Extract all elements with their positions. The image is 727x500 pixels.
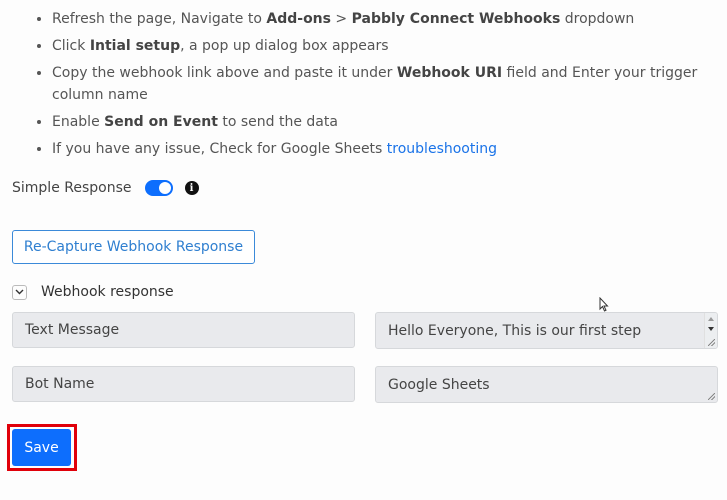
response-key-text: Bot Name	[25, 376, 95, 392]
response-value-text: Hello Everyone, This is our first step	[388, 322, 642, 339]
resize-grip-icon[interactable]	[708, 393, 715, 400]
scroll-down-icon[interactable]	[708, 327, 714, 331]
bold-term: Add-ons	[266, 11, 331, 27]
instruction-text: >	[330, 11, 352, 27]
response-key-field[interactable]: Text Message	[12, 312, 355, 348]
instruction-text: to send the data	[217, 114, 338, 130]
instruction-text: Enable	[52, 114, 105, 130]
instruction-item: Refresh the page, Navigate to Add-ons > …	[52, 8, 702, 30]
webhook-response-label: Webhook response	[41, 284, 174, 300]
bold-term: Intial setup	[89, 38, 181, 54]
chevron-down-icon[interactable]	[12, 284, 27, 300]
page: Refresh the page, Navigate to Add-ons > …	[0, 0, 727, 500]
mouse-cursor-icon	[599, 297, 609, 312]
simple-response-row: Simple Response i	[12, 180, 199, 196]
response-key-text: Text Message	[25, 322, 120, 338]
instruction-item: Click Intial setup, a pop up dialog box …	[52, 35, 702, 57]
instruction-item: Enable Send on Event to send the data	[52, 111, 702, 133]
instruction-text: Copy the webhook link above and paste it…	[52, 65, 397, 81]
instruction-text: , a pop up dialog box appears	[180, 38, 389, 54]
instruction-text: Refresh the page, Navigate to	[52, 11, 267, 27]
scroll-up-icon[interactable]	[708, 317, 714, 321]
simple-response-toggle[interactable]	[144, 180, 173, 196]
bold-term: Pabbly Connect Webhooks	[351, 11, 561, 27]
instruction-text: dropdown	[560, 11, 635, 27]
response-key-field[interactable]: Bot Name	[12, 366, 355, 402]
bold-term: Webhook URI	[396, 65, 503, 81]
resize-grip-icon[interactable]	[708, 339, 715, 346]
save-button[interactable]: Save	[12, 429, 71, 466]
webhook-response-header: Webhook response	[12, 284, 174, 300]
response-value-textarea[interactable]: Hello Everyone, This is our first step	[375, 312, 718, 349]
response-value-text: Google Sheets	[388, 376, 490, 393]
instruction-text: Click	[52, 38, 90, 54]
instruction-list: Refresh the page, Navigate to Add-ons > …	[30, 8, 702, 165]
recapture-webhook-response-button[interactable]: Re-Capture Webhook Response	[12, 230, 255, 264]
troubleshooting-link[interactable]: troubleshooting	[387, 141, 497, 157]
instruction-item: Copy the webhook link above and paste it…	[52, 62, 702, 106]
info-circle-icon[interactable]: i	[184, 181, 199, 195]
instruction-text: If you have any issue, Check for Google …	[52, 141, 387, 157]
simple-response-label: Simple Response	[12, 180, 132, 196]
instruction-item: If you have any issue, Check for Google …	[52, 138, 702, 160]
response-value-textarea[interactable]: Google Sheets	[375, 366, 718, 403]
bold-term: Send on Event	[104, 114, 218, 130]
